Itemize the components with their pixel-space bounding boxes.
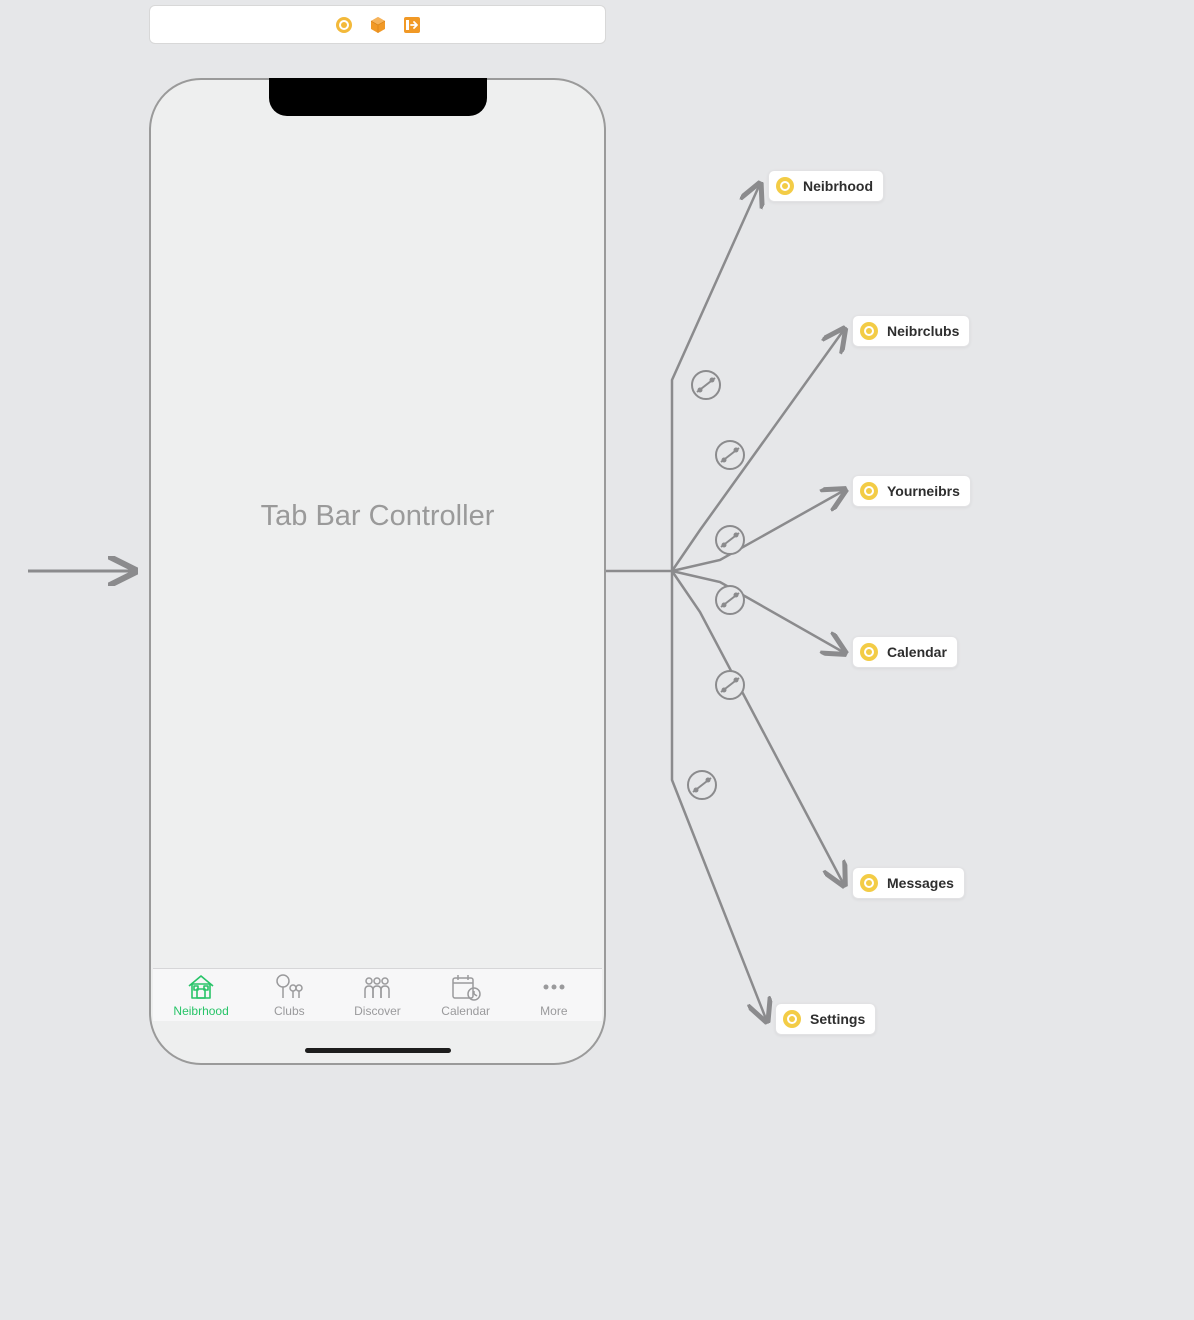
destination-label: Settings (810, 1011, 865, 1027)
tab-label: Neibrhood (173, 1004, 228, 1018)
destination-neibrclubs[interactable]: Neibrclubs (852, 315, 970, 347)
tab-discover[interactable]: Discover (333, 972, 421, 1018)
destination-label: Messages (887, 875, 954, 891)
viewcontroller-icon (775, 176, 795, 196)
viewcontroller-icon (859, 321, 879, 341)
home-indicator (305, 1048, 451, 1053)
destination-yourneibrs[interactable]: Yourneibrs (852, 475, 971, 507)
ellipsis-icon (536, 972, 572, 1002)
house-icon (183, 972, 219, 1002)
segue-bubble (716, 441, 744, 469)
exit-icon[interactable] (403, 16, 421, 34)
destination-label: Neibrhood (803, 178, 873, 194)
tab-label: Calendar (441, 1004, 490, 1018)
tab-bar-controller-scene[interactable]: Tab Bar Controller Neibrhood Clubs Disco… (149, 78, 606, 1065)
viewcontroller-icon (859, 873, 879, 893)
tab-calendar[interactable]: Calendar (422, 972, 510, 1018)
screen-title: Tab Bar Controller (151, 500, 604, 533)
calendar-clock-icon (448, 972, 484, 1002)
tab-label: Discover (354, 1004, 401, 1018)
viewcontroller-icon (782, 1009, 802, 1029)
segue-bubble (716, 671, 744, 699)
destination-label: Yourneibrs (887, 483, 960, 499)
segue-bubble (692, 371, 720, 399)
tab-neibrhood[interactable]: Neibrhood (157, 972, 245, 1018)
destination-calendar[interactable]: Calendar (852, 636, 958, 668)
tab-bar: Neibrhood Clubs Discover Calendar More (153, 968, 602, 1021)
tree-people-icon (271, 972, 307, 1002)
tab-label: Clubs (274, 1004, 305, 1018)
scene-dock-icon[interactable] (335, 16, 353, 34)
people-icon (359, 972, 395, 1002)
destination-label: Neibrclubs (887, 323, 959, 339)
tab-more[interactable]: More (510, 972, 598, 1018)
destination-settings[interactable]: Settings (775, 1003, 876, 1035)
tab-label: More (540, 1004, 567, 1018)
cube-icon[interactable] (369, 16, 387, 34)
viewcontroller-icon (859, 642, 879, 662)
phone-notch (269, 78, 487, 116)
scene-dock-toolbar[interactable] (149, 5, 606, 44)
segue-bubble (716, 526, 744, 554)
destination-label: Calendar (887, 644, 947, 660)
segue-bubble (688, 771, 716, 799)
destination-neibrhood[interactable]: Neibrhood (768, 170, 884, 202)
segue-bubble (716, 586, 744, 614)
destination-messages[interactable]: Messages (852, 867, 965, 899)
tab-clubs[interactable]: Clubs (245, 972, 333, 1018)
viewcontroller-icon (859, 481, 879, 501)
